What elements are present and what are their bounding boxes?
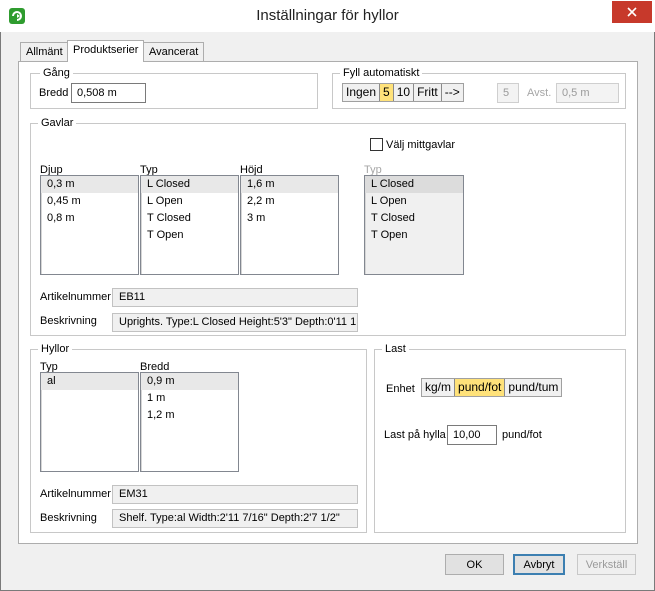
hojd-list[interactable]: 1,6 m 2,2 m 3 m <box>240 175 339 275</box>
list-item[interactable]: T Closed <box>141 210 238 227</box>
tab-produktserier[interactable]: Produktserier <box>67 40 145 62</box>
close-icon <box>627 7 637 17</box>
gavlar-beskrivning-field: Uprights. Type:L Closed Height:5'3" Dept… <box>112 313 358 332</box>
list-item[interactable]: L Open <box>365 193 463 210</box>
list-item[interactable]: 2,2 m <box>241 193 338 210</box>
hyllor-bredd-list[interactable]: 0,9 m 1 m 1,2 m <box>140 372 239 472</box>
tab-avancerat[interactable]: Avancerat <box>143 42 205 62</box>
list-item[interactable]: L Closed <box>141 176 238 193</box>
group-gang-legend: Gång <box>40 67 73 80</box>
enhet-label: Enhet <box>386 383 415 395</box>
hyllor-beskrivning-field: Shelf. Type:al Width:2'11 7/16" Depth:2'… <box>112 509 358 528</box>
avst-input[interactable]: 0,5 m <box>556 83 619 103</box>
list-item[interactable]: T Open <box>365 227 463 244</box>
typ-list[interactable]: L Closed L Open T Closed T Open <box>140 175 239 275</box>
window-title: Inställningar för hyllor <box>256 7 399 24</box>
list-item[interactable]: T Closed <box>365 210 463 227</box>
avst-label: Avst. <box>527 87 552 99</box>
unit-segmented: kg/m pund/fot pund/tum <box>421 378 563 397</box>
group-gavlar-legend: Gavlar <box>38 117 77 130</box>
hyllor-artikelnummer-label: Artikelnummer <box>40 488 111 500</box>
fill-option-5[interactable]: 5 <box>380 84 394 101</box>
list-item[interactable]: 1 m <box>141 390 238 407</box>
unit-option-pund-fot[interactable]: pund/fot <box>455 379 506 396</box>
cancel-button[interactable]: Avbryt <box>513 554 565 575</box>
list-item[interactable]: L Closed <box>365 176 463 193</box>
unit-option-kg-m[interactable]: kg/m <box>422 379 456 396</box>
list-item[interactable]: 0,3 m <box>41 176 138 193</box>
list-item[interactable]: 3 m <box>241 210 338 227</box>
mittgavlar-label: Välj mittgavlar <box>386 139 456 151</box>
fill-option-arrow[interactable]: --> <box>442 84 463 101</box>
list-item[interactable]: L Open <box>141 193 238 210</box>
bredd-label: Bredd <box>39 87 69 99</box>
app-logo-icon <box>9 8 25 24</box>
tab-allmant[interactable]: Allmänt <box>20 42 69 62</box>
hyllor-artikelnummer-field: EM31 <box>112 485 358 504</box>
apply-button[interactable]: Verkställ <box>577 554 636 575</box>
group-fyll-legend: Fyll automatiskt <box>340 67 423 80</box>
fill-option-fritt[interactable]: Fritt <box>414 84 442 101</box>
list-item[interactable]: al <box>41 373 138 390</box>
mittgavlar-checkbox[interactable] <box>370 138 383 151</box>
gavlar-artikelnummer-field: EB11 <box>112 288 358 307</box>
last-pa-hylla-input[interactable]: 10,00 <box>447 425 497 445</box>
hyllor-beskrivning-label: Beskrivning <box>40 512 97 524</box>
fill-option-10[interactable]: 10 <box>394 84 415 101</box>
last-unit-label: pund/fot <box>502 429 542 441</box>
unit-option-pund-tum[interactable]: pund/tum <box>505 379 561 396</box>
djup-list[interactable]: 0,3 m 0,45 m 0,8 m <box>40 175 139 275</box>
list-item[interactable]: T Open <box>141 227 238 244</box>
list-item[interactable]: 1,2 m <box>141 407 238 424</box>
gavlar-beskrivning-label: Beskrivning <box>40 315 97 327</box>
fill-count-input[interactable]: 5 <box>497 83 519 103</box>
list-item[interactable]: 0,45 m <box>41 193 138 210</box>
fill-option-ingen[interactable]: Ingen <box>343 84 381 101</box>
mitt-typ-list[interactable]: L Closed L Open T Closed T Open <box>364 175 464 275</box>
group-last-legend: Last <box>382 343 409 356</box>
list-item[interactable]: 0,9 m <box>141 373 238 390</box>
last-pa-hylla-label: Last på hylla <box>384 429 446 441</box>
list-item[interactable]: 1,6 m <box>241 176 338 193</box>
ok-button[interactable]: OK <box>445 554 504 575</box>
bredd-input[interactable]: 0,508 m <box>71 83 146 103</box>
list-item[interactable]: 0,8 m <box>41 210 138 227</box>
group-hyllor-legend: Hyllor <box>38 343 73 356</box>
close-window-button[interactable] <box>612 1 652 23</box>
fill-mode-segmented: Ingen 5 10 Fritt --> <box>342 83 464 102</box>
gavlar-artikelnummer-label: Artikelnummer <box>40 291 111 303</box>
hyllor-typ-list[interactable]: al <box>40 372 139 472</box>
